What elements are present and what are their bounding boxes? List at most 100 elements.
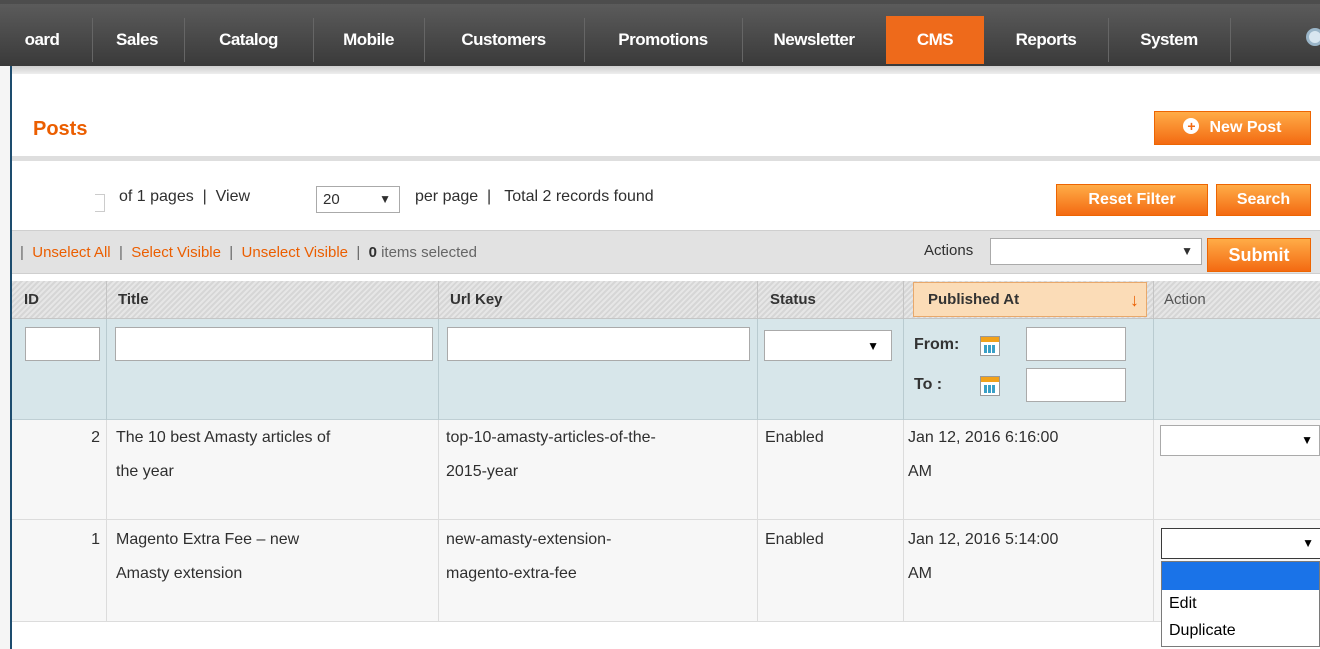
reset-filter-button[interactable]: Reset Filter bbox=[1056, 184, 1208, 216]
row-status: Enabled bbox=[765, 429, 824, 446]
column-header-action: Action bbox=[1164, 291, 1206, 308]
cell-separator bbox=[438, 520, 439, 622]
row-id: 2 bbox=[91, 429, 100, 446]
header-separator bbox=[757, 281, 758, 319]
nav-separator bbox=[424, 18, 425, 62]
top-navigation: oard Sales Catalog Mobile Customers Prom… bbox=[0, 0, 1320, 66]
row-url-key-line-1: top-10-amasty-articles-of-the- bbox=[446, 429, 656, 446]
to-label: To : bbox=[914, 376, 943, 393]
nav-shadow bbox=[12, 66, 1320, 74]
dropdown-option-empty[interactable] bbox=[1162, 562, 1319, 590]
dropdown-option-duplicate[interactable]: Duplicate bbox=[1162, 617, 1319, 644]
header-separator bbox=[1153, 281, 1154, 319]
nav-item-mobile[interactable]: Mobile bbox=[315, 16, 422, 64]
column-header-title[interactable]: Title bbox=[118, 281, 149, 319]
nav-separator bbox=[1230, 18, 1231, 62]
row-published-line-1: Jan 12, 2016 6:16:00 bbox=[908, 429, 1059, 446]
pager-records-text: per page | Total 2 records found bbox=[415, 188, 654, 205]
selected-suffix: items selected bbox=[381, 244, 477, 261]
header-separator bbox=[438, 281, 439, 319]
chevron-down-icon: ▼ bbox=[1301, 433, 1313, 447]
row-url-key-line-1: new-amasty-extension- bbox=[446, 531, 612, 548]
nav-item-dashboard[interactable]: oard bbox=[12, 16, 72, 64]
from-date-input[interactable] bbox=[1026, 327, 1126, 361]
filter-separator bbox=[757, 319, 758, 420]
pager-text: of 1 pages | View bbox=[119, 188, 251, 205]
row-published-line-2: AM bbox=[908, 565, 932, 582]
nav-item-cms[interactable]: CMS bbox=[886, 16, 984, 64]
page-number-input[interactable] bbox=[95, 194, 105, 212]
cell-separator bbox=[106, 420, 107, 520]
new-post-label: New Post bbox=[1209, 119, 1282, 136]
column-header-id[interactable]: ID bbox=[24, 281, 39, 319]
cell-separator bbox=[757, 420, 758, 520]
row-id: 1 bbox=[91, 531, 100, 548]
cell-separator bbox=[903, 420, 904, 520]
plus-icon: + bbox=[1183, 118, 1200, 134]
nav-item-promotions[interactable]: Promotions bbox=[586, 16, 740, 64]
nav-separator bbox=[313, 18, 314, 62]
column-header-status[interactable]: Status bbox=[770, 281, 816, 319]
column-header-url-key[interactable]: Url Key bbox=[450, 281, 503, 319]
page-title: Posts bbox=[33, 118, 88, 140]
nav-item-sales[interactable]: Sales bbox=[93, 16, 181, 64]
calendar-icon[interactable] bbox=[980, 336, 1000, 356]
nav-item-customers[interactable]: Customers bbox=[426, 16, 581, 64]
url-key-filter-input[interactable] bbox=[447, 327, 750, 361]
nav-separator bbox=[184, 18, 185, 62]
nav-item-newsletter[interactable]: Newsletter bbox=[744, 16, 884, 64]
dropdown-option-edit[interactable]: Edit bbox=[1162, 590, 1319, 617]
new-post-button[interactable]: + New Post bbox=[1154, 111, 1311, 145]
from-label: From: bbox=[914, 336, 960, 353]
per-page-select[interactable]: 20 ▼ bbox=[316, 186, 400, 213]
row-title-line-2: Amasty extension bbox=[116, 565, 243, 582]
per-page-value: 20 bbox=[323, 191, 340, 208]
cell-separator bbox=[106, 520, 107, 622]
column-header-published-at[interactable]: Published At bbox=[928, 281, 1019, 319]
actions-label: Actions bbox=[924, 242, 974, 259]
cell-separator bbox=[1153, 420, 1154, 520]
help-icon[interactable] bbox=[1306, 28, 1320, 46]
nav-item-system[interactable]: System bbox=[1110, 16, 1228, 64]
select-visible-link[interactable]: Select Visible bbox=[131, 244, 221, 261]
chevron-down-icon: ▼ bbox=[1181, 244, 1193, 258]
cell-separator bbox=[757, 520, 758, 622]
title-filter-input[interactable] bbox=[115, 327, 433, 361]
row-title-line-2: the year bbox=[116, 463, 174, 480]
header-separator bbox=[106, 281, 107, 319]
status-filter-select[interactable]: ▼ bbox=[764, 330, 892, 361]
submit-button[interactable]: Submit bbox=[1207, 238, 1311, 272]
calendar-icon[interactable] bbox=[980, 376, 1000, 396]
row-action-select[interactable]: ▼ bbox=[1160, 425, 1320, 456]
cell-separator bbox=[438, 420, 439, 520]
nav-item-reports[interactable]: Reports bbox=[986, 16, 1106, 64]
chevron-down-icon: ▼ bbox=[379, 192, 391, 206]
row-title-line-1: The 10 best Amasty articles of bbox=[116, 429, 331, 446]
filter-separator bbox=[1153, 319, 1154, 420]
actions-select[interactable]: ▼ bbox=[990, 238, 1202, 265]
row-action-select-open[interactable]: ▼ bbox=[1161, 528, 1320, 559]
cell-separator bbox=[903, 520, 904, 622]
left-border bbox=[0, 0, 12, 649]
row-published-line-2: AM bbox=[908, 463, 932, 480]
nav-separator bbox=[584, 18, 585, 62]
row-status: Enabled bbox=[765, 531, 824, 548]
chevron-down-icon: ▼ bbox=[867, 339, 879, 353]
filter-separator bbox=[903, 319, 904, 420]
search-button[interactable]: Search bbox=[1216, 184, 1311, 216]
chevron-down-icon: ▼ bbox=[1302, 536, 1314, 550]
id-filter-input[interactable] bbox=[25, 327, 100, 361]
cell-separator bbox=[1153, 520, 1154, 622]
unselect-visible-link[interactable]: Unselect Visible bbox=[242, 244, 348, 261]
row-url-key-line-2: magento-extra-fee bbox=[446, 565, 577, 582]
filter-separator bbox=[106, 319, 107, 420]
to-date-input[interactable] bbox=[1026, 368, 1126, 402]
nav-separator bbox=[742, 18, 743, 62]
nav-separator bbox=[1108, 18, 1109, 62]
nav-item-catalog[interactable]: Catalog bbox=[186, 16, 311, 64]
filter-separator bbox=[438, 319, 439, 420]
sort-desc-icon: ↓ bbox=[1130, 290, 1139, 310]
unselect-all-link[interactable]: Unselect All bbox=[32, 244, 110, 261]
row-url-key-line-2: 2015-year bbox=[446, 463, 519, 480]
selected-count: 0 bbox=[368, 244, 377, 261]
